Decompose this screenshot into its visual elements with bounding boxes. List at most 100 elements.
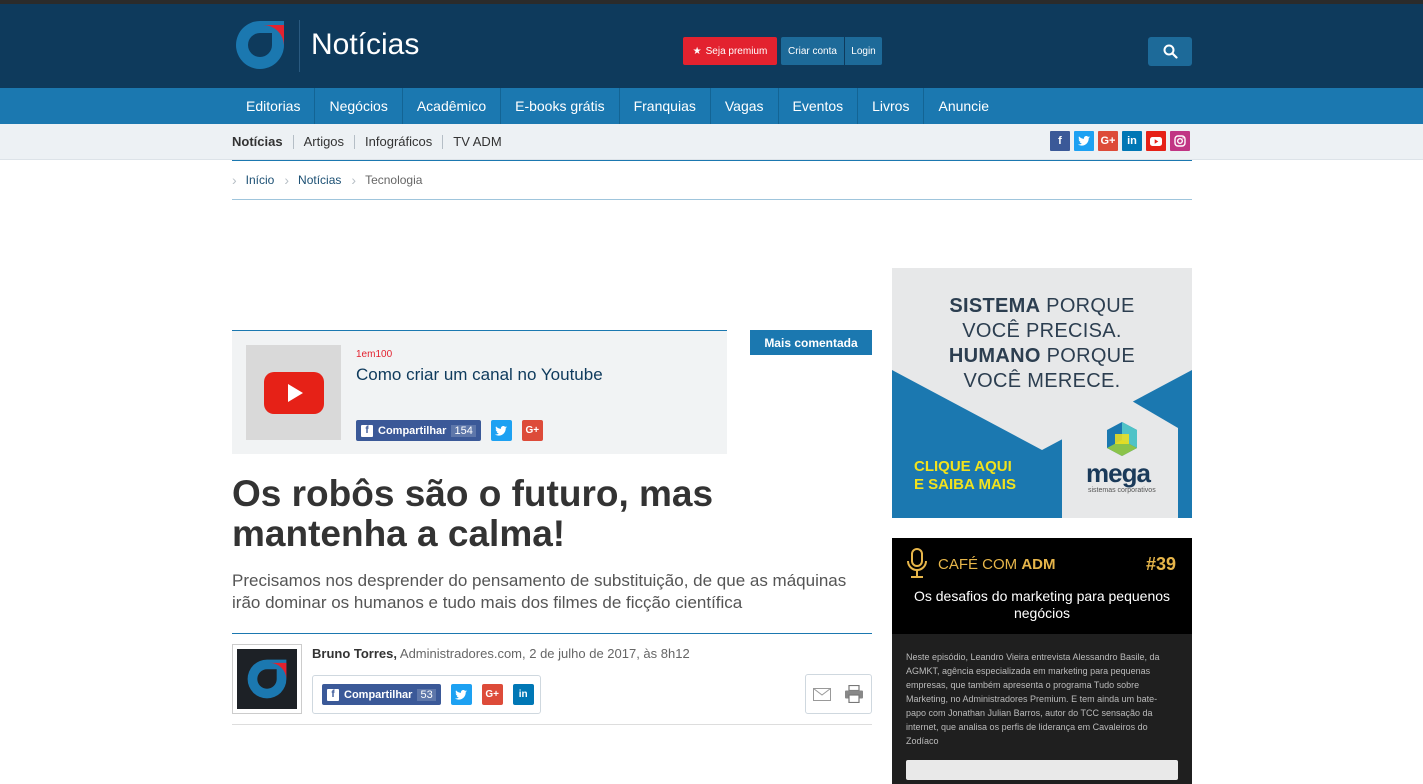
nav-item-negocios[interactable]: Negócios [315, 88, 403, 124]
nav-item-anuncie[interactable]: Anuncie [924, 88, 1003, 124]
nav-item-editorias[interactable]: Editorias [232, 88, 316, 124]
podcast-title[interactable]: Os desafios do marketing para pequenos n… [892, 588, 1192, 622]
brand-divider [299, 20, 300, 72]
most-commented-category[interactable]: 1em100 [356, 349, 392, 360]
subnav-item-artigos[interactable]: Artigos [294, 135, 356, 149]
author-name[interactable]: Bruno Torres, [312, 646, 397, 661]
microphone-icon [907, 548, 927, 578]
twitter-icon[interactable] [1074, 131, 1094, 151]
google-plus-icon[interactable]: G+ [1098, 131, 1118, 151]
article-byline: Bruno Torres, Administradores.com, 2 de … [312, 646, 690, 661]
breadcrumb-bottom-rule [232, 199, 1192, 200]
sub-nav-list: Notícias Artigos Infográficos TV ADM [232, 124, 512, 160]
linkedin-icon: in [518, 689, 528, 700]
most-commented-title[interactable]: Como criar um canal no Youtube [356, 365, 603, 385]
ad-line1-bold: SISTEMA [949, 295, 1041, 317]
share-label: Compartilhar [378, 424, 447, 437]
google-plus-share-button[interactable]: G+ [521, 420, 543, 441]
podcast-episode-number: #39 [1146, 554, 1177, 574]
twitter-icon [495, 425, 508, 436]
brand-title[interactable]: Notícias [311, 28, 419, 62]
podcast-label-bold: ADM [1021, 556, 1056, 573]
article-tools [805, 674, 872, 714]
ad-line3-bold: HUMANO [948, 345, 1041, 367]
google-plus-icon: G+ [525, 425, 540, 436]
source-date: Administradores.com, 2 de julho de 2017,… [399, 646, 690, 661]
print-icon[interactable] [844, 685, 864, 703]
main-nav: Editorias Negócios Acadêmico E-books grá… [0, 88, 1423, 124]
podcast-widget: CAFÉ COM ADM #39 Os desafios do marketin… [892, 538, 1192, 784]
twitter-icon [455, 689, 468, 700]
podcast-description: Neste episódio, Leandro Vieira entrevist… [906, 652, 1160, 746]
breadcrumb-noticias[interactable]: Notícias [298, 173, 341, 187]
linkedin-icon[interactable]: in [1122, 131, 1142, 151]
most-commented-share: f Compartilhar 154 G+ [356, 420, 543, 441]
premium-label: Seja premium [705, 45, 768, 57]
twitter-share-button[interactable] [490, 420, 512, 441]
nav-item-franquias[interactable]: Franquias [620, 88, 711, 124]
chevron-right-icon: › [351, 172, 357, 188]
youtube-logo-icon [263, 371, 324, 414]
nav-item-eventos[interactable]: Eventos [779, 88, 859, 124]
facebook-share-button[interactable]: f Compartilhar 154 [356, 420, 481, 441]
google-plus-icon: G+ [485, 689, 500, 700]
breadcrumb-tecnologia[interactable]: Tecnologia [365, 173, 422, 187]
instagram-icon[interactable] [1170, 131, 1190, 151]
top-header: Notícias ★ Seja premium Criar conta Logi… [0, 0, 1423, 88]
youtube-icon[interactable] [1146, 131, 1166, 151]
author-bottom-rule [232, 724, 872, 725]
most-commented-thumbnail[interactable] [246, 345, 341, 440]
facebook-icon[interactable]: f [1050, 131, 1070, 151]
google-plus-share-button[interactable]: G+ [481, 684, 503, 705]
subnav-item-tv-adm[interactable]: TV ADM [443, 135, 511, 149]
site-logo[interactable] [233, 19, 287, 71]
chevron-right-icon: › [284, 172, 290, 188]
podcast-label: CAFÉ COM ADM [938, 556, 1056, 573]
facebook-icon: f [361, 424, 373, 437]
mega-logo-icon [1107, 422, 1137, 456]
share-count: 154 [451, 424, 476, 437]
ad-brand-sub: sistemas corporativos [1088, 487, 1156, 494]
ad-line2: VOCÊ PRECISA. [962, 320, 1122, 342]
linkedin-share-button[interactable]: in [512, 684, 534, 705]
nav-item-academico[interactable]: Acadêmico [403, 88, 502, 124]
subnav-item-noticias[interactable]: Notícias [232, 135, 294, 149]
podcast-player[interactable] [906, 760, 1178, 780]
ad-cta-line1: CLIQUE AQUI [914, 458, 1012, 475]
login-button[interactable]: Login [844, 37, 882, 65]
email-icon[interactable] [812, 687, 831, 701]
nav-item-livros[interactable]: Livros [858, 88, 925, 124]
share-count: 53 [417, 688, 436, 701]
nav-item-vagas[interactable]: Vagas [711, 88, 779, 124]
ad-headline: SISTEMA PORQUE VOCÊ PRECISA. HUMANO PORQ… [892, 294, 1192, 394]
ad-banner[interactable]: SISTEMA PORQUE VOCÊ PRECISA. HUMANO PORQ… [892, 268, 1192, 518]
ad-line4: VOCÊ MERECE. [963, 370, 1121, 392]
author-avatar[interactable] [232, 644, 302, 714]
search-icon [1163, 44, 1178, 59]
ad-cta-line2: E SAIBA MAIS [914, 476, 1016, 493]
article-subtitle: Precisamos nos desprender do pensamento … [232, 571, 847, 612]
social-links: f G+ in [1050, 131, 1190, 151]
ad-cta[interactable]: CLIQUE AQUI E SAIBA MAIS [914, 458, 1016, 494]
facebook-share-button[interactable]: f Compartilhar 53 [322, 684, 441, 705]
author-top-rule [232, 633, 872, 634]
facebook-icon: f [327, 688, 339, 701]
search-button[interactable] [1148, 37, 1192, 66]
subnav-item-infograficos[interactable]: Infográficos [355, 135, 444, 149]
create-account-button[interactable]: Criar conta [781, 37, 844, 65]
chevron-right-icon: › [232, 172, 237, 188]
article-share-bar: f Compartilhar 53 G+ in [312, 675, 541, 714]
podcast-body: Neste episódio, Leandro Vieira entrevist… [892, 634, 1192, 784]
share-label: Compartilhar [344, 688, 413, 701]
ad-brand: mega [1086, 458, 1151, 488]
article-title: Os robôs são o futuro, mas mantenha a ca… [232, 473, 714, 554]
premium-button[interactable]: ★ Seja premium [683, 37, 777, 65]
most-commented-card: 1em100 Como criar um canal no Youtube f … [232, 330, 727, 454]
main-nav-list: Editorias Negócios Acadêmico E-books grá… [232, 88, 1003, 124]
ad-line1-rest: PORQUE [1040, 295, 1135, 317]
breadcrumb-top-rule [232, 160, 1192, 161]
nav-item-ebooks[interactable]: E-books grátis [501, 88, 620, 124]
breadcrumb: › Início › Notícias › Tecnologia [232, 172, 432, 188]
twitter-share-button[interactable] [450, 684, 472, 705]
breadcrumb-inicio[interactable]: Início [246, 173, 275, 187]
